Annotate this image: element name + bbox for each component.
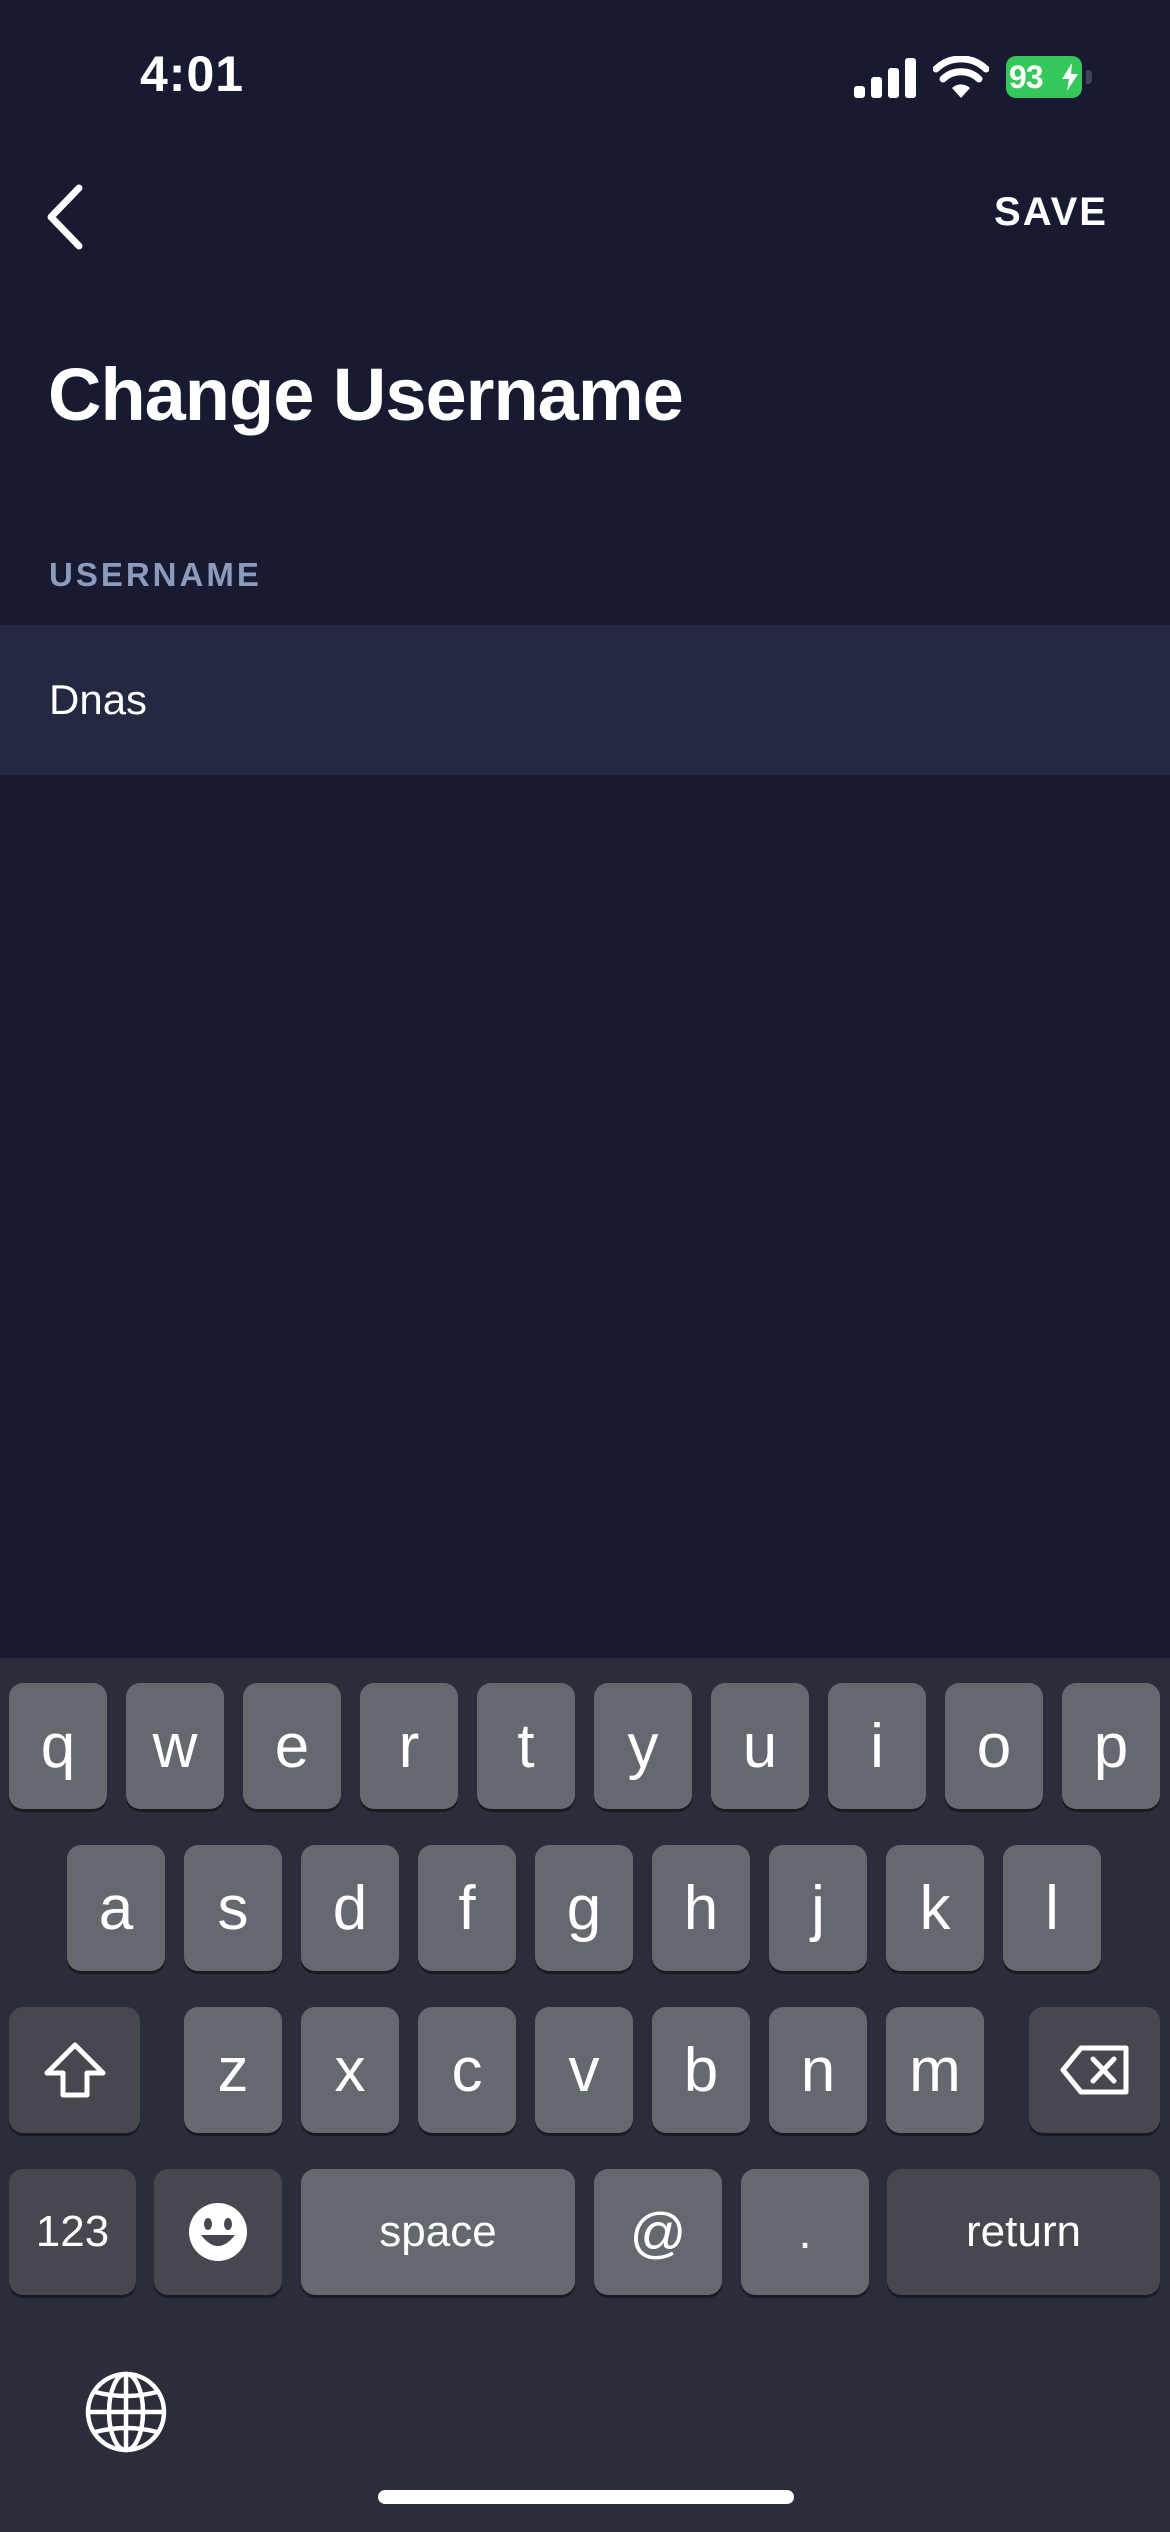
username-label: USERNAME: [49, 556, 262, 593]
dot-key[interactable]: .: [741, 2169, 869, 2295]
globe-icon[interactable]: [84, 2370, 168, 2454]
backspace-icon: [1060, 2045, 1128, 2095]
key-y[interactable]: y: [594, 1683, 692, 1809]
emoji-key[interactable]: [154, 2169, 282, 2295]
key-u[interactable]: u: [711, 1683, 809, 1809]
key-o[interactable]: o: [945, 1683, 1043, 1809]
shift-key[interactable]: [9, 2007, 140, 2133]
key-q[interactable]: q: [9, 1683, 107, 1809]
key-m[interactable]: m: [886, 2007, 984, 2133]
space-key[interactable]: space: [301, 2169, 575, 2295]
key-k[interactable]: k: [886, 1845, 984, 1971]
at-key[interactable]: @: [594, 2169, 722, 2295]
return-key[interactable]: return: [887, 2169, 1160, 2295]
key-j[interactable]: j: [769, 1845, 867, 1971]
home-indicator: [378, 2490, 794, 2504]
key-i[interactable]: i: [828, 1683, 926, 1809]
key-h[interactable]: h: [652, 1845, 750, 1971]
key-p[interactable]: p: [1062, 1683, 1160, 1809]
wifi-icon: [933, 56, 989, 98]
key-d[interactable]: d: [301, 1845, 399, 1971]
username-input[interactable]: Dnas: [49, 625, 1119, 775]
key-l[interactable]: l: [1003, 1845, 1101, 1971]
key-z[interactable]: z: [184, 2007, 282, 2133]
shift-icon: [44, 2042, 105, 2098]
delete-key[interactable]: [1029, 2007, 1160, 2133]
page-title: Change Username: [48, 353, 684, 436]
battery-cap: [1086, 70, 1092, 84]
key-t[interactable]: t: [477, 1683, 575, 1809]
battery-charging-icon: 93: [1006, 56, 1092, 98]
key-v[interactable]: v: [535, 2007, 633, 2133]
emoji-icon: [189, 2203, 247, 2261]
key-c[interactable]: c: [418, 2007, 516, 2133]
chevron-left-icon: [47, 184, 83, 250]
key-e[interactable]: e: [243, 1683, 341, 1809]
key-w[interactable]: w: [126, 1683, 224, 1809]
key-a[interactable]: a: [67, 1845, 165, 1971]
battery-level: 93: [1009, 59, 1044, 95]
cellular-signal-icon: [854, 58, 916, 98]
numbers-key[interactable]: 123: [9, 2169, 136, 2295]
back-button[interactable]: [30, 172, 100, 262]
username-field-row: Dnas: [0, 625, 1170, 775]
key-g[interactable]: g: [535, 1845, 633, 1971]
save-button[interactable]: SAVE: [994, 190, 1108, 246]
change-username-screen: 4:01 93 SAVE Change Username USERNAME Dn…: [0, 0, 1170, 2532]
key-s[interactable]: s: [184, 1845, 282, 1971]
key-b[interactable]: b: [652, 2007, 750, 2133]
charging-bolt-icon: [1062, 63, 1078, 91]
key-f[interactable]: f: [418, 1845, 516, 1971]
key-n[interactable]: n: [769, 2007, 867, 2133]
key-x[interactable]: x: [301, 2007, 399, 2133]
status-bar: 4:01 93: [0, 0, 1170, 150]
status-time: 4:01: [140, 46, 245, 102]
key-r[interactable]: r: [360, 1683, 458, 1809]
